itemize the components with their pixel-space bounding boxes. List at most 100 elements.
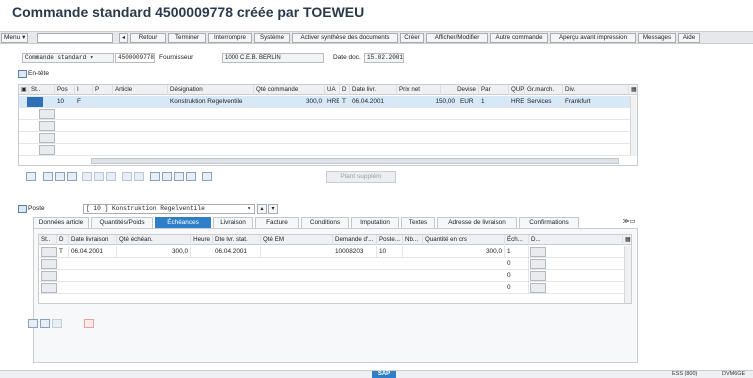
sort-ascending-icon[interactable] [150, 172, 160, 181]
document-overview-button[interactable]: Activer synthèse des documents [292, 33, 398, 43]
row-selector[interactable] [39, 133, 55, 143]
expand-header-icon[interactable] [18, 70, 27, 78]
table-row[interactable] [19, 108, 637, 120]
delete-row-icon[interactable] [67, 172, 77, 181]
col-header-schedule[interactable]: Éch... [505, 235, 529, 245]
tab-conditions[interactable]: Conditions [301, 217, 349, 228]
cell-selector[interactable] [530, 271, 546, 281]
tolerance-icon[interactable] [84, 319, 94, 328]
col-header-quantity[interactable]: Qté commande [254, 85, 325, 95]
table-row[interactable]: 10 F Konstruktion Regelventile 300,0 HRE… [19, 96, 637, 108]
col-header-account-assignment[interactable]: I [75, 85, 93, 95]
back-arrow-icon[interactable]: ◂ [119, 33, 128, 43]
tab-account-assignment[interactable]: Imputation [351, 217, 399, 228]
row-selector[interactable] [41, 271, 57, 281]
row-selector[interactable] [41, 247, 57, 257]
create-button[interactable]: Créer [400, 33, 424, 43]
col-header-delivery-date[interactable]: Date livraison [69, 235, 117, 245]
row-selector[interactable] [27, 97, 43, 107]
tab-quantities-weights[interactable]: Quantités/Poids [91, 217, 153, 228]
col-header-net-price[interactable]: Prix net [397, 85, 441, 95]
delete-schedule-line-icon[interactable] [52, 319, 62, 328]
cancel-button[interactable]: Interrompre [208, 33, 252, 43]
tab-item-data[interactable]: Données article [33, 217, 89, 228]
menu-button[interactable]: Menu ▾ [1, 33, 29, 43]
order-number-field[interactable]: 4500009778 [115, 53, 155, 63]
table-row[interactable]: T 06.04.2001 300,0 06.04.2001 10008203 1… [39, 246, 631, 258]
col-header-date-category[interactable]: D [57, 235, 69, 245]
exit-button[interactable]: Terminer [168, 33, 206, 43]
copy-schedule-line-icon[interactable] [40, 319, 50, 328]
tab-confirmations[interactable]: Confirmations [519, 217, 579, 228]
col-header-material-group[interactable]: Gr.march. [525, 85, 563, 95]
paste-icon[interactable] [94, 172, 104, 181]
table-row[interactable]: 0 [39, 258, 631, 270]
col-header-number[interactable]: Nb... [403, 235, 423, 245]
add-schedule-line-icon[interactable] [28, 319, 38, 328]
order-type-field[interactable]: Commande standard ▾ [22, 53, 114, 63]
row-selector[interactable] [39, 109, 55, 119]
table-row[interactable] [19, 144, 637, 156]
row-selector[interactable] [41, 259, 57, 269]
col-header-requisition[interactable]: Demande d'... [333, 235, 377, 245]
col-header-item-category[interactable]: P [93, 85, 113, 95]
tab-delivery-address[interactable]: Adresse de livraison [437, 217, 517, 228]
add-row-icon[interactable] [43, 172, 53, 181]
display-change-button[interactable]: Afficher/Modifier [426, 33, 488, 43]
settings-icon[interactable] [186, 172, 196, 181]
additional-plant-button[interactable]: Plant supplém [326, 171, 396, 183]
check-icon[interactable] [122, 172, 132, 181]
col-header-date-category[interactable]: D [340, 85, 350, 95]
document-date-field[interactable]: 15.02.2001 [364, 53, 404, 63]
tab-delivery[interactable]: Livraison [213, 217, 253, 228]
col-header-status[interactable]: St.. [39, 235, 57, 245]
row-selector[interactable] [41, 283, 57, 293]
next-item-icon[interactable]: ▾ [268, 204, 278, 214]
select-all-icon[interactable]: ▣ [19, 85, 29, 95]
col-header-currency[interactable]: Devise [441, 85, 479, 95]
col-header-short-text[interactable]: Désignation [168, 85, 254, 95]
col-header-open-qty[interactable]: Quantité en crs [423, 235, 505, 245]
col-header-d[interactable]: D... [529, 235, 623, 245]
back-button[interactable]: Retour [130, 33, 166, 43]
print-preview-button[interactable]: Aperçu avant impression [550, 33, 636, 43]
table-row[interactable]: 0 [39, 282, 631, 294]
column-settings-icon[interactable]: ▦ [623, 235, 631, 245]
layout-icon[interactable] [202, 172, 212, 181]
print-icon[interactable] [134, 172, 144, 181]
schedule-vertical-scrollbar[interactable] [624, 246, 631, 303]
system-menu-button[interactable]: Système [254, 33, 290, 43]
previous-item-icon[interactable]: ▴ [257, 204, 267, 214]
messages-button[interactable]: Messages [638, 33, 676, 43]
other-order-button[interactable]: Autre commande [490, 33, 548, 43]
cell-selector[interactable] [530, 247, 546, 257]
details-icon[interactable] [26, 172, 36, 181]
table-row[interactable] [19, 120, 637, 132]
help-button[interactable]: Aide [678, 33, 700, 43]
sort-descending-icon[interactable] [162, 172, 172, 181]
col-header-item[interactable]: Pos [55, 85, 75, 95]
col-header-unit[interactable]: UA [325, 85, 340, 95]
copy-row-icon[interactable] [55, 172, 65, 181]
tab-invoice[interactable]: Facture [255, 217, 299, 228]
tab-list-icon[interactable]: ≫▭ [619, 217, 639, 228]
col-header-delivery-date[interactable]: Date livr. [350, 85, 397, 95]
row-selector[interactable] [39, 145, 55, 155]
items-vertical-scrollbar[interactable] [630, 96, 637, 156]
col-header-status[interactable]: St.. [29, 85, 55, 95]
col-header-gr-qty[interactable]: Qté EM [261, 235, 333, 245]
tab-texts[interactable]: Textes [401, 217, 435, 228]
col-header-per[interactable]: Par [479, 85, 509, 95]
col-header-material[interactable]: Article [113, 85, 168, 95]
col-header-stat-delivery-date[interactable]: Dte lvr. stat. [213, 235, 261, 245]
vendor-field[interactable]: 1000 C.E.B. BERLIN [222, 53, 324, 63]
col-header-scheduled-qty[interactable]: Qté échéan. [117, 235, 191, 245]
items-horizontal-scrollbar[interactable] [91, 158, 619, 164]
tab-schedule-lines[interactable]: Échéances [155, 217, 211, 228]
item-selector[interactable]: [ 10 ] Konstruktion Regelventile ▾ [83, 204, 255, 214]
col-header-time[interactable]: Heure [191, 235, 213, 245]
undo-icon[interactable] [106, 172, 116, 181]
table-row[interactable]: 0 [39, 270, 631, 282]
cell-selector[interactable] [530, 283, 546, 293]
column-settings-icon[interactable]: ▦ [629, 85, 637, 95]
